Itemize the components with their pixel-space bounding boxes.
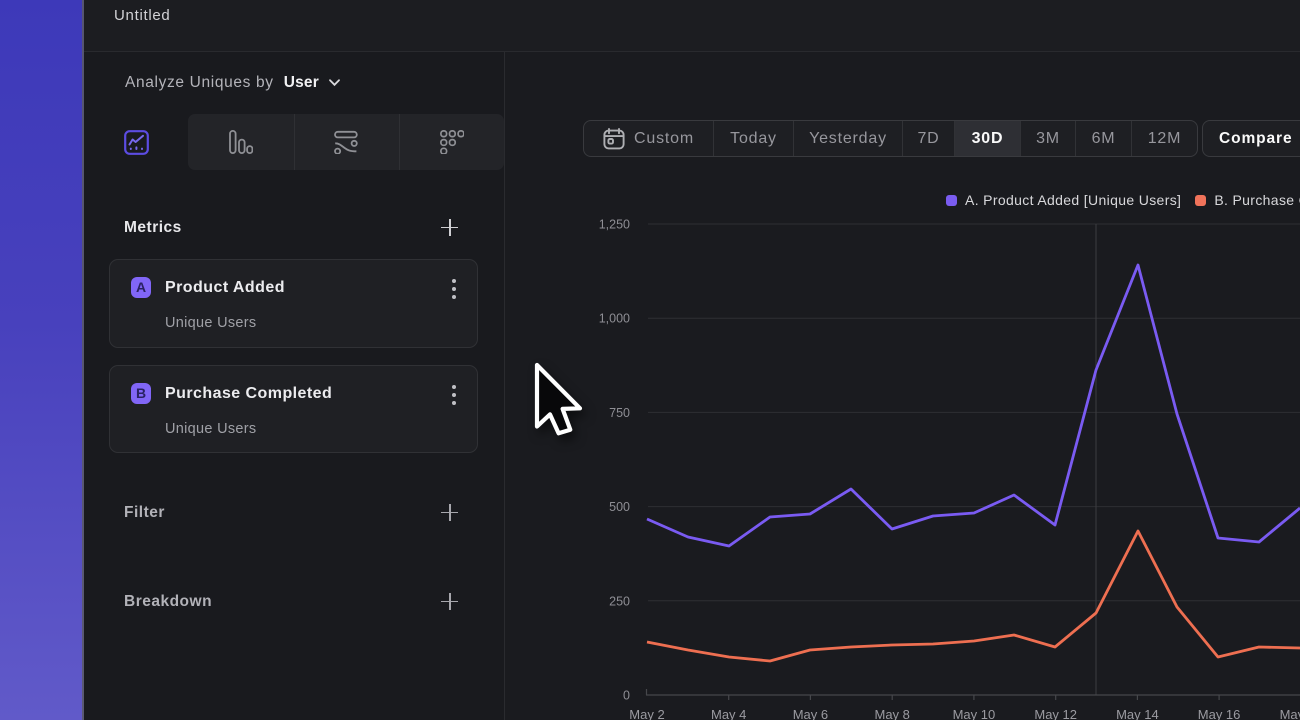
svg-text:1,250: 1,250 xyxy=(599,218,630,232)
svg-text:1,000: 1,000 xyxy=(599,312,630,326)
svg-text:500: 500 xyxy=(609,500,630,514)
svg-text:May 12: May 12 xyxy=(1034,707,1077,720)
svg-text:May 10: May 10 xyxy=(953,707,996,720)
svg-text:May 8: May 8 xyxy=(874,707,909,720)
svg-text:May 2: May 2 xyxy=(629,707,664,720)
svg-text:May 14: May 14 xyxy=(1116,707,1159,720)
svg-text:May 16: May 16 xyxy=(1198,707,1241,720)
svg-text:750: 750 xyxy=(609,406,630,420)
svg-text:250: 250 xyxy=(609,594,630,608)
svg-text:May 4: May 4 xyxy=(711,707,746,720)
svg-text:May 18: May 18 xyxy=(1280,707,1300,720)
svg-text:May 6: May 6 xyxy=(793,707,828,720)
svg-text:0: 0 xyxy=(623,689,630,703)
